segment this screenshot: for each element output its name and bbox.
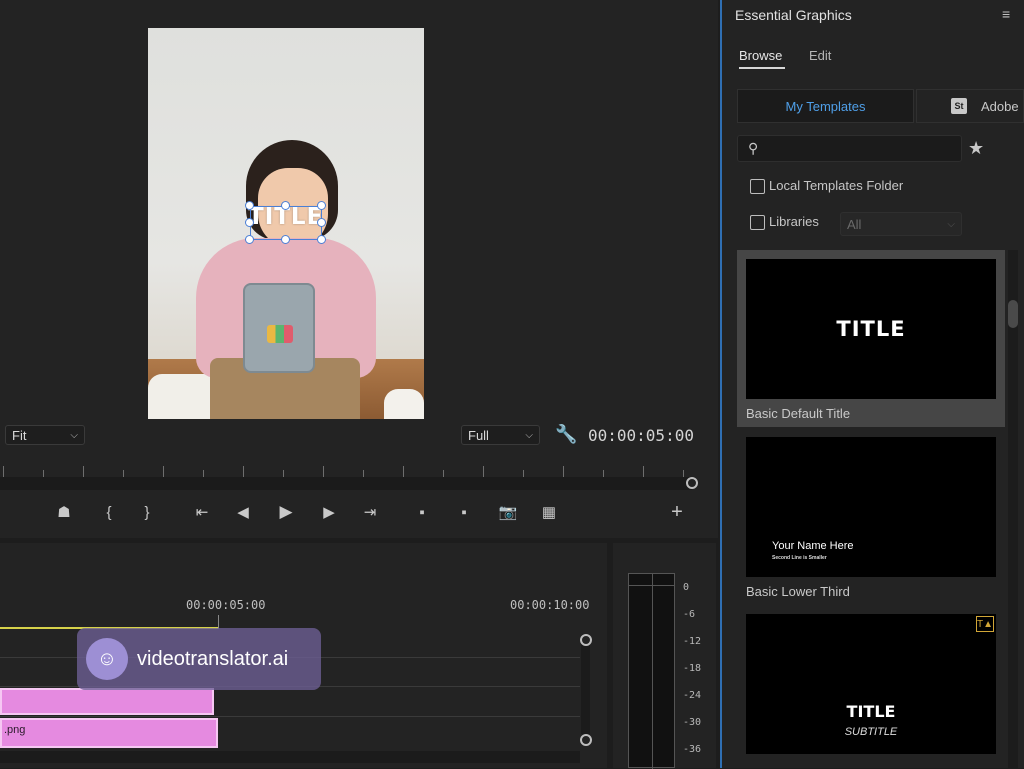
resolution-dropdown-value: Full (468, 427, 489, 443)
step-forward-icon[interactable]: ▶ (317, 500, 341, 524)
zoom-handle[interactable] (686, 477, 698, 489)
clip-label: .png (4, 724, 26, 736)
template-name: Basic Default Title (746, 406, 851, 421)
resize-handle[interactable] (245, 201, 254, 210)
meter-divider (652, 574, 653, 769)
lift-icon[interactable]: ▪ (410, 500, 434, 524)
libraries-select-value: All (847, 216, 862, 232)
meter-db-label: -30 (683, 717, 702, 728)
timeline-clip[interactable] (0, 688, 214, 715)
timeline-timestamp: 00:00:05:00 (186, 598, 266, 612)
video-preview[interactable]: TITLE (148, 28, 424, 419)
mark-in-icon[interactable]: { (97, 500, 121, 524)
libraries-select[interactable]: All ⌵ (840, 212, 962, 236)
go-to-out-icon[interactable]: ⇥ (358, 500, 382, 524)
thumbnail-title-text: TITLE (846, 702, 896, 721)
resize-handle[interactable] (245, 235, 254, 244)
favorites-star-icon[interactable]: ★ (968, 138, 984, 159)
adobe-stock-label: Adobe (981, 98, 1019, 114)
meter-db-label: -12 (683, 636, 702, 647)
local-templates-label: Local Templates Folder (769, 178, 904, 193)
chevron-down-icon: ⌵ (525, 429, 533, 441)
scroll-handle-top[interactable] (580, 634, 592, 646)
extract-icon[interactable]: ▪ (452, 500, 476, 524)
watermark-badge: ☺ videotranslator.ai (77, 628, 321, 690)
meter-db-label: -36 (683, 744, 702, 755)
libraries-label: Libraries (769, 214, 819, 229)
template-thumbnail[interactable]: TITLE (746, 259, 996, 399)
template-search-input[interactable]: ⚲ (737, 135, 962, 162)
search-icon: ⚲ (748, 140, 759, 156)
monitor-time-ruler[interactable] (0, 458, 696, 478)
pillow (148, 374, 218, 419)
tablet (243, 283, 315, 373)
timeline-h-scrollbar[interactable] (0, 751, 580, 763)
playhead-timecode[interactable]: 00:00:05:00 (588, 426, 694, 445)
meter-db-label: 0 (683, 582, 690, 593)
track-divider (0, 716, 580, 717)
local-templates-checkbox[interactable] (750, 179, 765, 194)
thumbnail-name-text: Your Name Here (772, 540, 854, 552)
program-monitor: TITLE Fit ⌵ Full ⌵ 🔧 00:00:05:00 ☗ { } ⇤… (0, 0, 718, 538)
search-field[interactable] (768, 139, 953, 158)
template-thumbnail[interactable]: Your Name Here Second Line is Smaller (746, 437, 996, 577)
panel-menu-icon[interactable]: ≡ (1002, 6, 1010, 22)
resize-handle[interactable] (281, 235, 290, 244)
thumbnail-title-text: TITLE (836, 317, 906, 341)
thumbnail-subtitle-text: SUBTITLE (844, 726, 898, 738)
template-list-scrollbar[interactable] (1008, 250, 1018, 768)
watermark-text: videotranslator.ai (137, 647, 289, 670)
timeline-timestamp: 00:00:10:00 (510, 598, 590, 612)
add-button-icon[interactable]: + (665, 500, 689, 524)
panel-title: Essential Graphics (735, 7, 852, 23)
monitor-scrub-bar[interactable] (0, 477, 692, 490)
resize-handle[interactable] (317, 218, 326, 227)
fit-dropdown[interactable]: Fit ⌵ (5, 425, 85, 445)
step-back-icon[interactable]: ◀ (231, 500, 255, 524)
scroll-handle-bottom[interactable] (580, 734, 592, 746)
meter-db-label: -18 (683, 663, 702, 674)
timeline-clip[interactable]: .png (0, 718, 218, 748)
wrench-icon[interactable]: 🔧 (555, 424, 577, 445)
tablet-logo (267, 325, 293, 343)
resize-handle[interactable] (281, 201, 290, 210)
resize-handle[interactable] (317, 201, 326, 210)
my-templates-label: My Templates (785, 98, 866, 114)
template-thumbnail[interactable]: T▲ TITLE SUBTITLE (746, 614, 996, 754)
scrollbar-thumb[interactable] (1008, 300, 1018, 328)
resolution-dropdown[interactable]: Full ⌵ (461, 425, 540, 445)
tab-edit[interactable]: Edit (809, 48, 831, 63)
playhead-marker[interactable] (218, 615, 219, 629)
add-marker-icon[interactable]: ☗ (52, 500, 76, 524)
adobe-stock-tab[interactable]: St Adobe (916, 89, 1024, 123)
my-templates-tab[interactable]: My Templates (737, 89, 914, 123)
active-tab-underline (739, 67, 785, 69)
timeline-scrollbar[interactable] (581, 641, 590, 734)
resize-handle[interactable] (317, 235, 326, 244)
template-name: Basic Lower Third (746, 584, 850, 599)
libraries-checkbox[interactable] (750, 215, 765, 230)
tab-browse[interactable]: Browse (739, 48, 782, 63)
audio-meter-channels (628, 573, 675, 769)
resize-handle[interactable] (245, 218, 254, 227)
go-to-in-icon[interactable]: ⇤ (190, 500, 214, 524)
meter-db-label: -24 (683, 690, 702, 701)
watermark-logo-icon: ☺ (86, 638, 128, 680)
comparison-view-icon[interactable]: ▦ (537, 500, 561, 524)
missing-font-warning-icon: T▲ (976, 616, 994, 632)
mark-out-icon[interactable]: } (135, 500, 159, 524)
fit-dropdown-value: Fit (12, 427, 27, 443)
thumbnail-second-line-text: Second Line is Smaller (772, 555, 827, 561)
chevron-down-icon: ⌵ (70, 429, 78, 441)
stock-icon: St (951, 98, 967, 114)
meter-peak-line (629, 585, 674, 586)
play-icon[interactable]: ▶ (274, 500, 298, 524)
camera-icon[interactable]: 📷 (496, 500, 520, 524)
chevron-down-icon: ⌵ (947, 218, 955, 230)
pillow (384, 389, 424, 419)
meter-db-label: -6 (683, 609, 696, 620)
